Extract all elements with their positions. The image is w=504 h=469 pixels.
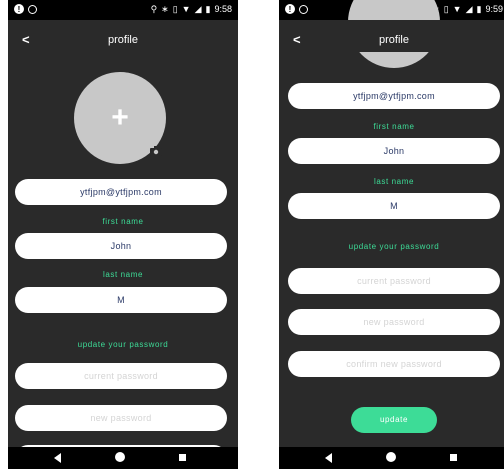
vibrate-icon: ▯ [443,4,449,14]
signal-icon: ◢ [194,4,202,14]
wifi-icon: ▼ [181,4,191,14]
update-password-label: update your password [348,242,440,251]
email-field[interactable]: ytfjpm@ytfjpm.com [15,179,227,205]
battery-icon: ▮ [205,4,211,14]
last-name-field[interactable]: M [15,287,227,313]
page-title: profile [379,34,409,46]
new-password-field[interactable]: new password [15,405,227,431]
battery-icon: ▮ [476,4,482,14]
update-password-label: update your password [77,340,169,349]
last-name-field[interactable]: M [288,193,500,219]
clock: 9:58 [214,4,232,14]
header: < profile [8,30,238,50]
wifi-icon: ▼ [452,4,462,14]
last-name-label: last name [102,270,144,279]
notification-icon: ! [285,4,295,14]
header-overlay: < profile [279,30,504,50]
nav-home-icon[interactable] [386,452,396,462]
email-field[interactable]: ytfjpm@ytfjpm.com [288,83,500,109]
nav-back-icon[interactable] [325,453,332,463]
camera-icon [150,146,162,156]
nav-recent-icon[interactable] [450,454,457,461]
first-name-label: first name [373,122,415,131]
profile-screen-right: ! ⚲ ∗ ▯ ▼ ◢ ▮ 9:59 < profile < profile y… [279,0,504,469]
clock: 9:59 [485,4,503,14]
new-password-field[interactable]: new password [288,309,500,335]
sync-icon [28,4,37,14]
page-title: profile [108,34,138,46]
signal-icon: ◢ [465,4,473,14]
first-name-label: first name [102,217,144,226]
bluetooth-icon: ∗ [161,4,169,14]
update-button[interactable]: update [351,407,437,433]
vibrate-icon: ▯ [172,4,178,14]
confirm-password-field[interactable]: confirm new password [288,351,500,377]
nav-recent-icon[interactable] [179,454,186,461]
avatar-upload[interactable]: + [74,72,166,164]
notification-icon: ! [14,4,24,14]
first-name-field[interactable]: John [288,138,500,164]
current-password-field[interactable]: current password [15,363,227,389]
last-name-label: last name [373,177,415,186]
location-icon: ⚲ [150,4,158,14]
current-password-field[interactable]: current password [288,268,500,294]
first-name-field[interactable]: John [15,233,227,259]
sync-icon [299,4,308,14]
nav-back-icon[interactable] [54,453,61,463]
nav-bar [8,447,238,469]
profile-screen-left: ! ⚲ ∗ ▯ ▼ ◢ ▮ 9:58 < profile + ytfjpm@yt… [8,0,238,469]
nav-home-icon[interactable] [115,452,125,462]
nav-bar [279,447,504,469]
status-bar: ! ⚲ ∗ ▯ ▼ ◢ ▮ 9:58 [8,0,238,20]
